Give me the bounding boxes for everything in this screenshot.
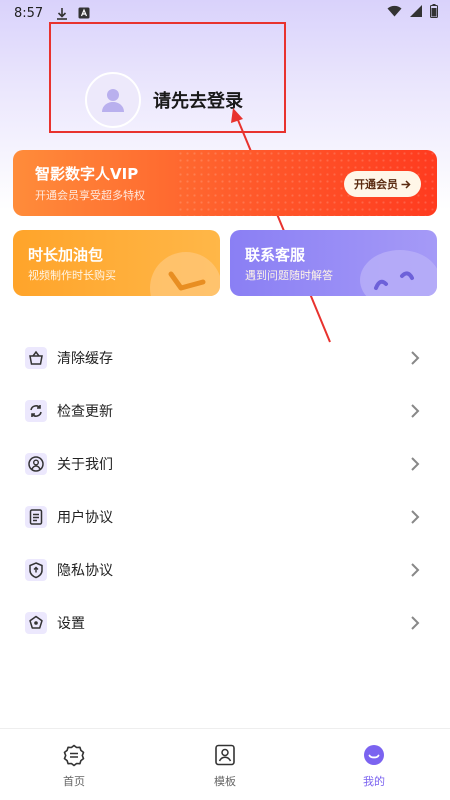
template-icon: [215, 744, 235, 766]
menu-item-settings[interactable]: 设置: [0, 603, 450, 643]
vip-title: 智影数字人VIP: [35, 165, 139, 183]
shield-icon: [25, 559, 47, 581]
vip-subtitle: 开通会员享受超多特权: [35, 189, 145, 202]
menu-item-check-update[interactable]: 检查更新: [0, 391, 450, 431]
open-vip-button[interactable]: 开通会员: [344, 171, 421, 197]
nav-item-home[interactable]: 首页: [44, 743, 104, 789]
menu-item-about-us[interactable]: 关于我们: [0, 444, 450, 484]
menu-item-user-agreement[interactable]: 用户协议: [0, 497, 450, 537]
me-icon: [364, 745, 384, 765]
chevron-right-icon: [411, 616, 420, 630]
open-vip-label: 开通会员: [354, 178, 398, 191]
status-time: 8:57: [14, 5, 44, 21]
chevron-right-icon: [411, 510, 420, 524]
battery-icon: [430, 4, 438, 22]
arrow-right-icon: [401, 179, 411, 189]
clock-decoration-icon: [150, 252, 220, 296]
chevron-right-icon: [411, 457, 420, 471]
menu-label: 关于我们: [57, 457, 113, 473]
service-title: 联系客服: [245, 246, 306, 264]
nav-label-template: 模板: [214, 775, 236, 788]
chat-decoration-icon: [360, 250, 437, 296]
menu-item-privacy-agreement[interactable]: 隐私协议: [0, 550, 450, 590]
home-icon: [63, 744, 85, 767]
menu-label: 隐私协议: [57, 563, 113, 579]
vip-banner[interactable]: 智影数字人VIP 开通会员享受超多特权 开通会员: [13, 150, 437, 216]
nav-item-me[interactable]: 我的: [344, 743, 404, 789]
signal-icon: [410, 5, 422, 21]
menu-item-clear-cache[interactable]: 清除缓存: [0, 338, 450, 378]
time-pack-subtitle: 视频制作时长购买: [28, 269, 116, 282]
customer-service-card[interactable]: 联系客服 遇到问题随时解答: [230, 230, 437, 296]
chevron-right-icon: [411, 404, 420, 418]
user-circle-icon: [25, 453, 47, 475]
time-pack-card[interactable]: 时长加油包 视频制作时长购买: [13, 230, 220, 296]
service-subtitle: 遇到问题随时解答: [245, 269, 333, 282]
menu-label: 用户协议: [57, 510, 113, 526]
basket-icon: [25, 347, 47, 369]
chevron-right-icon: [411, 563, 420, 577]
menu-label: 清除缓存: [57, 351, 113, 367]
menu-label: 检查更新: [57, 404, 113, 420]
bottom-nav: 首页 模板 我的: [0, 728, 450, 800]
document-icon: [25, 506, 47, 528]
download-icon: [55, 6, 69, 20]
nav-label-home: 首页: [63, 775, 85, 788]
chevron-right-icon: [411, 351, 420, 365]
refresh-icon: [25, 400, 47, 422]
app-notification-icon: [77, 6, 91, 20]
nav-item-template[interactable]: 模板: [195, 743, 255, 789]
menu-label: 设置: [57, 616, 85, 632]
annotation-highlight-box: [49, 22, 286, 133]
time-pack-title: 时长加油包: [28, 246, 104, 264]
nav-label-me: 我的: [363, 775, 385, 788]
wifi-icon: [387, 5, 402, 21]
settings-icon: [25, 612, 47, 634]
